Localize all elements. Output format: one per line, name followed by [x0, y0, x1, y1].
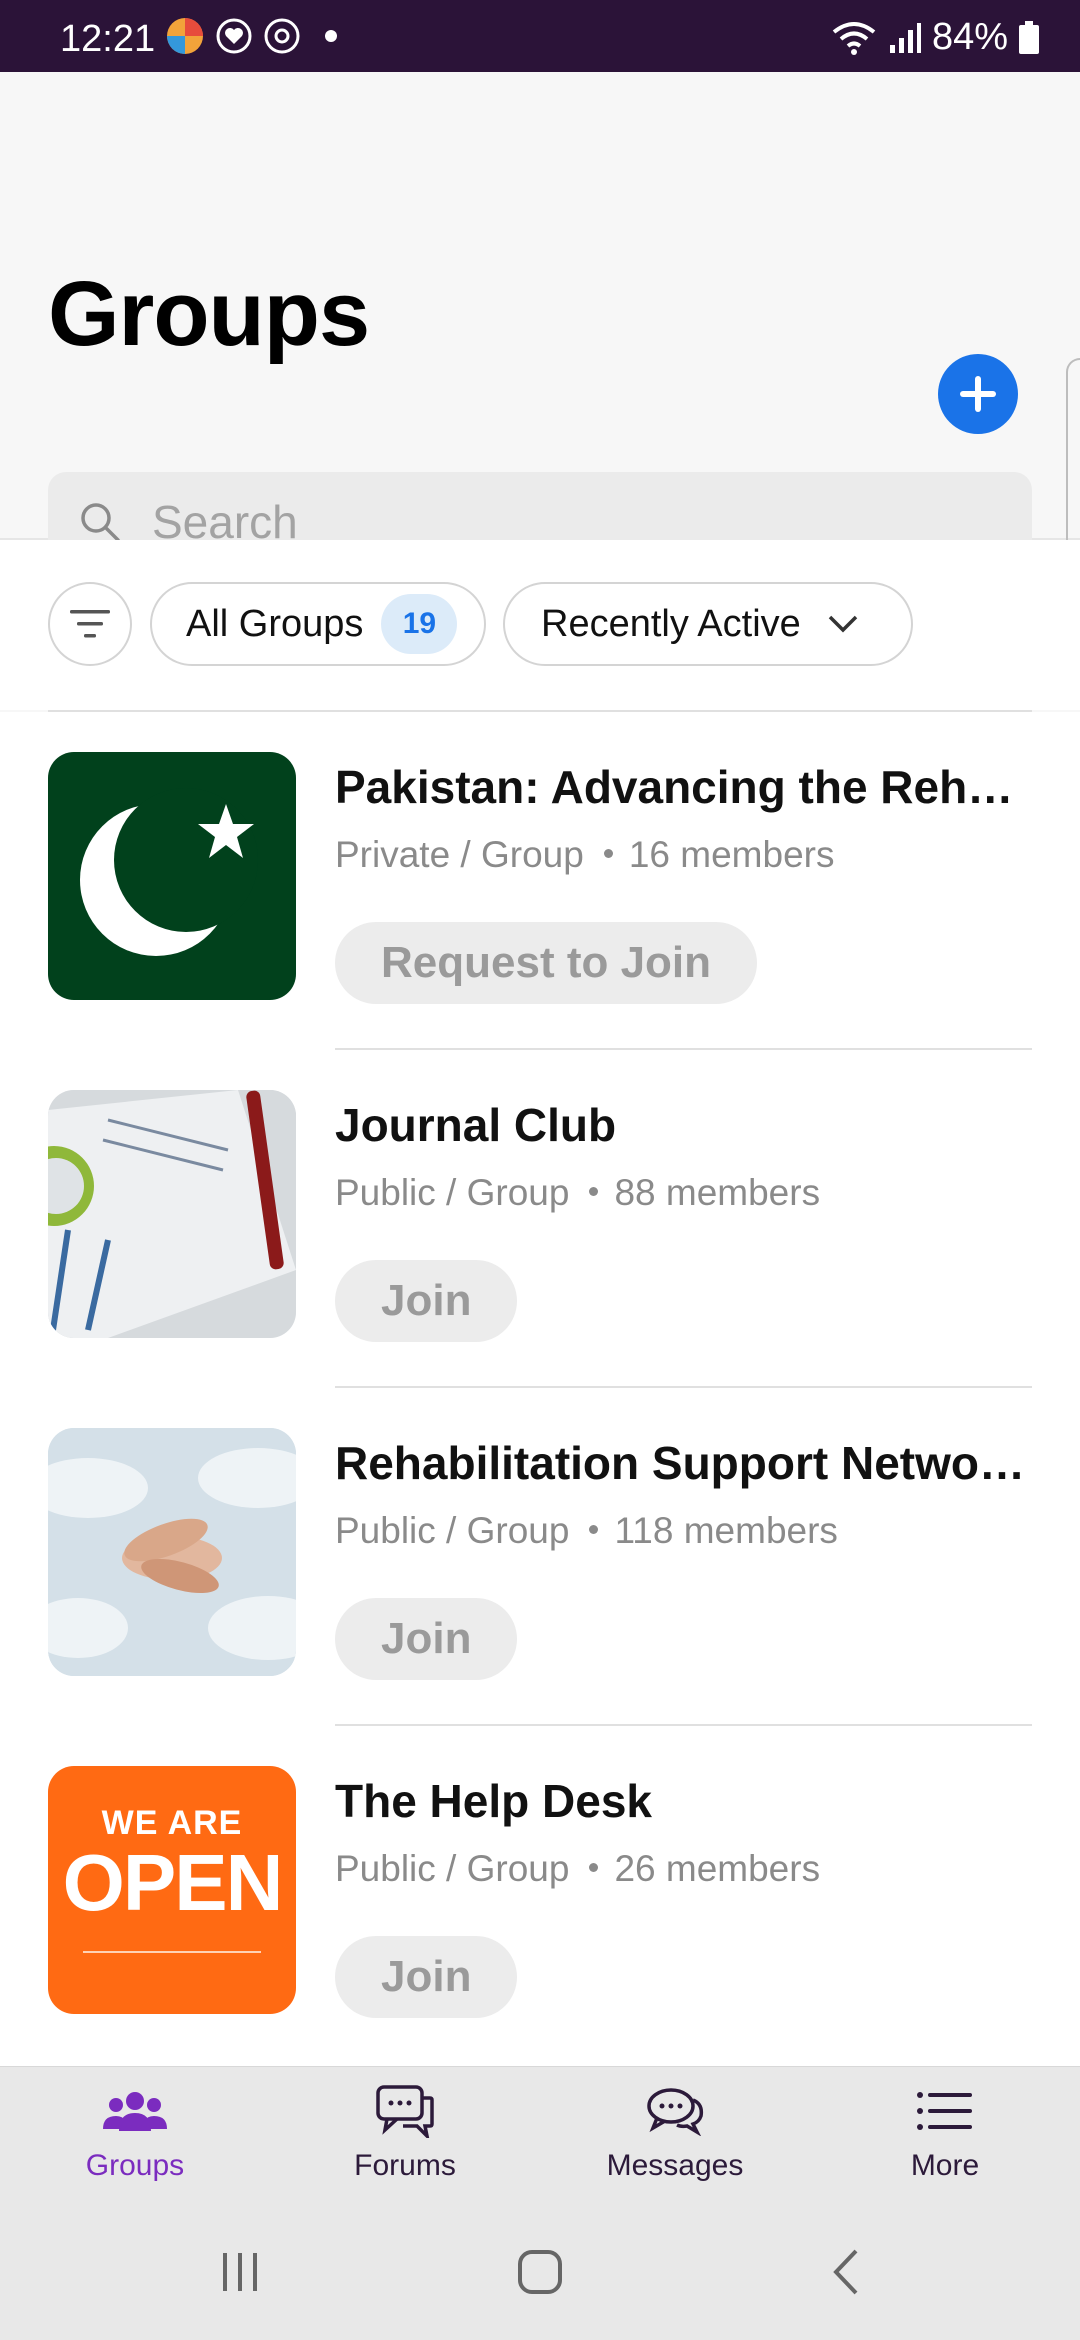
chevron-down-icon	[828, 615, 858, 633]
group-row[interactable]: Rehabilitation Support Networ… Public / …	[0, 1388, 1080, 1726]
status-time: 12:21	[60, 18, 156, 60]
group-meta: Public / Group 118 members	[335, 1510, 838, 1552]
journal-photo-image	[48, 1090, 296, 1338]
group-thumbnail-journal	[48, 1090, 296, 1338]
home-button[interactable]	[510, 2244, 570, 2300]
group-meta: Public / Group 26 members	[335, 1848, 820, 1890]
search-icon	[81, 503, 120, 542]
sort-label: Recently Active	[541, 602, 801, 645]
group-row[interactable]: Pakistan: Advancing the Rehab… Private /…	[0, 712, 1080, 1050]
group-privacy: Public / Group	[335, 1172, 570, 1213]
wifi-icon	[832, 21, 876, 55]
hands-together-image	[48, 1428, 296, 1676]
nav-label: Forums	[354, 2149, 456, 2182]
join-button[interactable]: Join	[335, 1936, 518, 2018]
sort-dropdown[interactable]: Recently Active	[503, 582, 913, 666]
page-title: Groups	[48, 263, 370, 365]
status-right: 84%	[830, 16, 1040, 59]
more-notifications-dot	[325, 30, 337, 42]
recent-apps-icon	[223, 2253, 257, 2291]
group-members: 26 members	[614, 1848, 821, 1889]
filter-icon	[70, 610, 110, 638]
forums-icon	[376, 2085, 434, 2138]
back-icon	[833, 2249, 858, 2295]
group-privacy: Public / Group	[335, 1510, 570, 1551]
all-groups-label: All Groups	[186, 602, 364, 645]
app-notification-icon	[167, 18, 203, 54]
group-members: 16 members	[628, 834, 835, 875]
create-group-button[interactable]	[938, 354, 1018, 434]
group-list: Pakistan: Advancing the Rehab… Private /…	[0, 712, 1080, 2066]
home-icon	[518, 2250, 562, 2294]
group-row[interactable]: Journal Club Public / Group 88 members Jo…	[0, 1050, 1080, 1388]
heart-notification-icon	[216, 18, 252, 54]
group-members: 88 members	[614, 1172, 821, 1213]
notification-icons	[165, 16, 337, 56]
group-thumbnail-pakistan-flag	[48, 752, 296, 1000]
plus-icon	[960, 376, 996, 412]
group-members: 118 members	[614, 1510, 838, 1551]
recent-apps-button[interactable]	[210, 2244, 270, 2300]
nav-label: More	[910, 2149, 980, 2182]
group-count-badge: 19	[381, 594, 458, 654]
groups-icon	[103, 2092, 167, 2131]
nav-forums[interactable]: Forums	[270, 2081, 540, 2205]
filter-bar: All Groups 19 Recently Active	[0, 540, 1080, 710]
thumb-underline	[83, 1951, 261, 1953]
request-to-join-button[interactable]: Request to Join	[335, 922, 758, 1004]
group-title[interactable]: Pakistan: Advancing the Rehab…	[335, 760, 1035, 814]
group-meta: Public / Group 88 members	[335, 1172, 820, 1214]
system-navigation-bar	[0, 2204, 1080, 2340]
join-button[interactable]: Join	[335, 1598, 518, 1680]
nav-label: Messages	[606, 2149, 744, 2182]
battery-icon	[1019, 20, 1039, 54]
group-row[interactable]: WE ARE OPEN The Help Desk Public / Group…	[0, 1726, 1080, 2064]
group-thumbnail-open-sign: WE ARE OPEN	[48, 1766, 296, 2014]
signal-icon	[889, 22, 921, 53]
back-button[interactable]	[815, 2244, 875, 2300]
group-title[interactable]: Journal Club	[335, 1098, 1035, 1152]
group-title[interactable]: Rehabilitation Support Networ…	[335, 1436, 1035, 1490]
nav-more[interactable]: More	[810, 2081, 1080, 2205]
group-title[interactable]: The Help Desk	[335, 1774, 1035, 1828]
bottom-nav: Groups Forums Messages More	[0, 2066, 1080, 2205]
crescent-star-icon	[80, 788, 258, 956]
messages-icon	[647, 2088, 704, 2136]
sync-notification-icon	[264, 18, 300, 54]
header: Groups	[0, 72, 1080, 572]
join-button[interactable]: Join	[335, 1260, 518, 1342]
thumb-text-main: OPEN	[62, 1838, 284, 1927]
nav-label: Groups	[85, 2149, 185, 2182]
nav-messages[interactable]: Messages	[540, 2081, 810, 2205]
nav-groups[interactable]: Groups	[0, 2081, 270, 2205]
group-meta: Private / Group 16 members	[335, 834, 834, 876]
menu-icon	[917, 2092, 972, 2130]
group-thumbnail-hands	[48, 1428, 296, 1676]
group-privacy: Private / Group	[335, 834, 584, 875]
battery-percent: 84%	[931, 16, 1008, 58]
status-bar: 12:21 84%	[0, 0, 1080, 72]
all-groups-chip[interactable]: All Groups 19	[150, 582, 486, 666]
filter-button[interactable]	[48, 582, 132, 666]
group-privacy: Public / Group	[335, 1848, 570, 1889]
